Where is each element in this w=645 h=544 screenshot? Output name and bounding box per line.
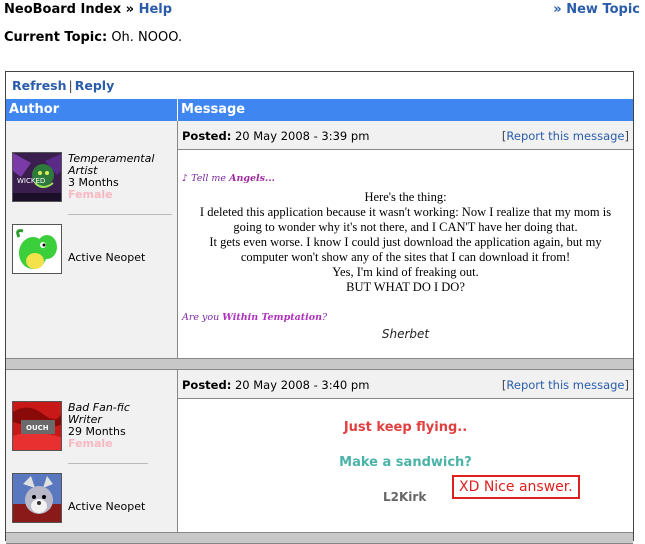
actions-separator: | bbox=[68, 78, 73, 93]
overlay-annotation: XD Nice answer. bbox=[452, 475, 580, 499]
post-1-author-cell: WICKED Temperamental Artist 3 Months Fem… bbox=[6, 121, 177, 358]
topic-actions: Refresh | Reply bbox=[12, 78, 114, 93]
refresh-link[interactable]: Refresh bbox=[12, 78, 67, 93]
post-2-message-cell: Posted: 20 May 2008 - 3:40 pm [Report th… bbox=[178, 370, 633, 532]
post-2: OUCH Bad Fan-fic Writer 29 Months Female bbox=[6, 370, 633, 532]
author-divider bbox=[68, 463, 148, 464]
report-message-link[interactable]: Report this message bbox=[506, 129, 624, 143]
new-topic: » New Topic bbox=[553, 2, 640, 17]
message-line: going to wonder why it's not there, and … bbox=[233, 220, 578, 234]
neopet-image[interactable] bbox=[12, 473, 62, 523]
table-header: Author Message bbox=[6, 99, 633, 121]
post-header: Posted: 20 May 2008 - 3:39 pm [Report th… bbox=[178, 121, 633, 150]
avatar-caption: WICKED bbox=[17, 177, 45, 185]
user-avatar[interactable]: OUCH bbox=[12, 401, 62, 451]
author-info: Temperamental Artist 3 Months Female bbox=[68, 153, 154, 201]
header-divider bbox=[177, 99, 178, 121]
breadcrumb-help-link[interactable]: Help bbox=[139, 2, 172, 17]
signature-top: ♪ Tell me Angels... bbox=[182, 173, 275, 184]
signature-bottom-prefix: Are you bbox=[182, 312, 220, 323]
message-line: BUT WHAT DO I DO? bbox=[346, 280, 465, 294]
post-timestamp: Posted: 20 May 2008 - 3:39 pm bbox=[182, 129, 369, 143]
signature-bottom-suffix: ? bbox=[322, 312, 328, 323]
post-separator bbox=[6, 532, 633, 544]
current-topic-label: Current Topic: bbox=[4, 30, 108, 45]
post-header: Posted: 20 May 2008 - 3:40 pm [Report th… bbox=[178, 370, 633, 399]
signature-bottom: Are you Within Temptation? bbox=[182, 312, 327, 323]
message-line: Here's the thing: bbox=[364, 190, 447, 204]
neopet-status: Active Neopet bbox=[68, 251, 146, 264]
breadcrumb: NeoBoard Index » Help bbox=[4, 2, 172, 17]
topic-board: Refresh | Reply Author Message WICKED Te… bbox=[5, 71, 634, 544]
report-message-link[interactable]: Report this message bbox=[506, 378, 624, 392]
reply-link[interactable]: Reply bbox=[75, 78, 114, 93]
posted-label: Posted: bbox=[182, 129, 232, 143]
neopet-status: Active Neopet bbox=[68, 500, 146, 513]
post-2-author-cell: OUCH Bad Fan-fic Writer 29 Months Female bbox=[6, 370, 177, 532]
author-column-header: Author bbox=[9, 102, 60, 117]
message-body: Here's the thing: I deleted this applica… bbox=[178, 190, 633, 295]
message-column-header: Message bbox=[181, 102, 246, 117]
new-topic-link[interactable]: New Topic bbox=[566, 2, 640, 17]
post-1: WICKED Temperamental Artist 3 Months Fem… bbox=[6, 121, 633, 358]
report-wrapper: [Report this message] bbox=[501, 378, 629, 392]
message-line: I deleted this application because it wa… bbox=[199, 205, 612, 219]
signature-top-highlight: Angels... bbox=[229, 173, 275, 184]
message-line: Yes, I'm kind of freaking out. bbox=[332, 265, 479, 279]
top-bar: NeoBoard Index » Help » New Topic bbox=[4, 2, 640, 20]
report-wrapper: [Report this message] bbox=[501, 129, 629, 143]
music-note-icon: ♪ bbox=[182, 173, 189, 184]
message-line-red: Just keep flying.. bbox=[343, 420, 468, 435]
signature-name: Sherbet bbox=[381, 327, 430, 341]
current-topic-value: Oh. NOOO. bbox=[111, 30, 183, 45]
signature-name: L2Kirk bbox=[383, 490, 427, 504]
new-topic-arrow: » bbox=[553, 2, 562, 17]
posted-time: 20 May 2008 - 3:40 pm bbox=[234, 378, 370, 392]
message-line-teal: Make a sandwich? bbox=[339, 455, 472, 470]
posted-label: Posted: bbox=[182, 378, 232, 392]
author-info: Bad Fan-fic Writer 29 Months Female bbox=[68, 402, 130, 450]
breadcrumb-separator: » bbox=[125, 2, 135, 17]
signature-top-prefix: Tell me bbox=[191, 173, 227, 184]
message-line: It gets even worse. I know I could just … bbox=[209, 235, 602, 249]
breadcrumb-root[interactable]: NeoBoard Index bbox=[4, 2, 121, 17]
post-timestamp: Posted: 20 May 2008 - 3:40 pm bbox=[182, 378, 369, 392]
user-avatar[interactable]: WICKED bbox=[12, 152, 62, 202]
current-topic: Current Topic: Oh. NOOO. bbox=[4, 30, 182, 45]
neopet-image[interactable] bbox=[12, 224, 62, 274]
signature-bottom-highlight: Within Temptation bbox=[222, 312, 323, 323]
author-divider bbox=[68, 214, 172, 215]
author-gender: Female bbox=[68, 188, 113, 201]
author-gender: Female bbox=[68, 437, 113, 450]
posted-time: 20 May 2008 - 3:39 pm bbox=[234, 129, 370, 143]
post-separator bbox=[6, 358, 633, 370]
message-line: computer won't show any of the sites tha… bbox=[240, 250, 571, 264]
post-1-message-cell: Posted: 20 May 2008 - 3:39 pm [Report th… bbox=[178, 121, 633, 358]
avatar-caption: OUCH bbox=[26, 424, 49, 432]
